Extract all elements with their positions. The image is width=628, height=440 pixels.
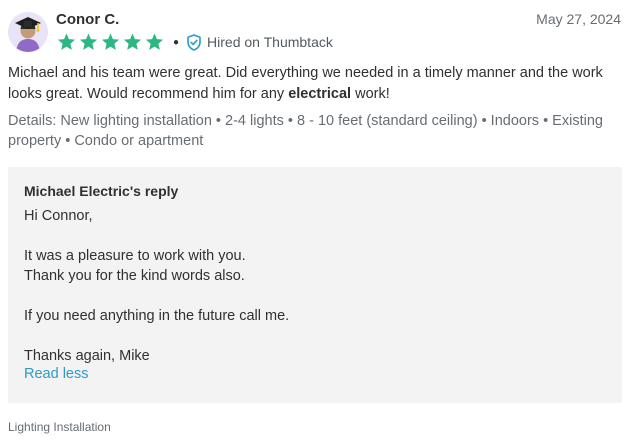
service-category: Lighting Installation [8, 420, 111, 434]
star-icon [57, 33, 76, 50]
job-details: Details: New lighting installation • 2-4… [8, 113, 603, 149]
reviewer-name: Conor C. [56, 11, 120, 28]
reply-line [24, 326, 604, 346]
reply-line: Hi Connor, [24, 208, 93, 224]
star-icon [145, 33, 164, 50]
reply-line [24, 286, 604, 306]
avatar [8, 12, 48, 52]
avatar-graduate-icon [8, 12, 48, 52]
shield-check-icon [187, 33, 201, 51]
star-icon [123, 33, 142, 50]
business-reply: Michael Electric's reply Hi Connor, It w… [8, 167, 622, 403]
review-text: Michael and his team were great. Did eve… [8, 63, 608, 105]
separator-dot: ● [173, 36, 180, 48]
reply-line: If you need anything in the future call … [24, 308, 290, 324]
reply-body: Hi Connor, It was a pleasure to work wit… [24, 206, 604, 366]
review-card: Conor C. May 27, 2024 ● Hired on Thumbta… [0, 0, 628, 440]
rating-row: ● Hired on Thumbtack [56, 32, 333, 52]
reply-title: Michael Electric's reply [24, 183, 179, 199]
reply-line: It was a pleasure to work with you. [24, 248, 246, 264]
star-icon [79, 33, 98, 50]
read-less-link[interactable]: Read less [24, 366, 88, 382]
star-rating [56, 32, 165, 52]
review-text-part: work! [351, 86, 390, 102]
reply-line [24, 226, 604, 246]
star-icon [101, 33, 120, 50]
review-text-highlight: electrical [288, 86, 352, 102]
reply-line: Thank you for the kind words also. [24, 268, 245, 284]
reply-line: Thanks again, Mike [24, 348, 150, 364]
hired-badge-label: Hired on Thumbtack [207, 34, 333, 50]
review-date: May 27, 2024 [536, 11, 621, 27]
